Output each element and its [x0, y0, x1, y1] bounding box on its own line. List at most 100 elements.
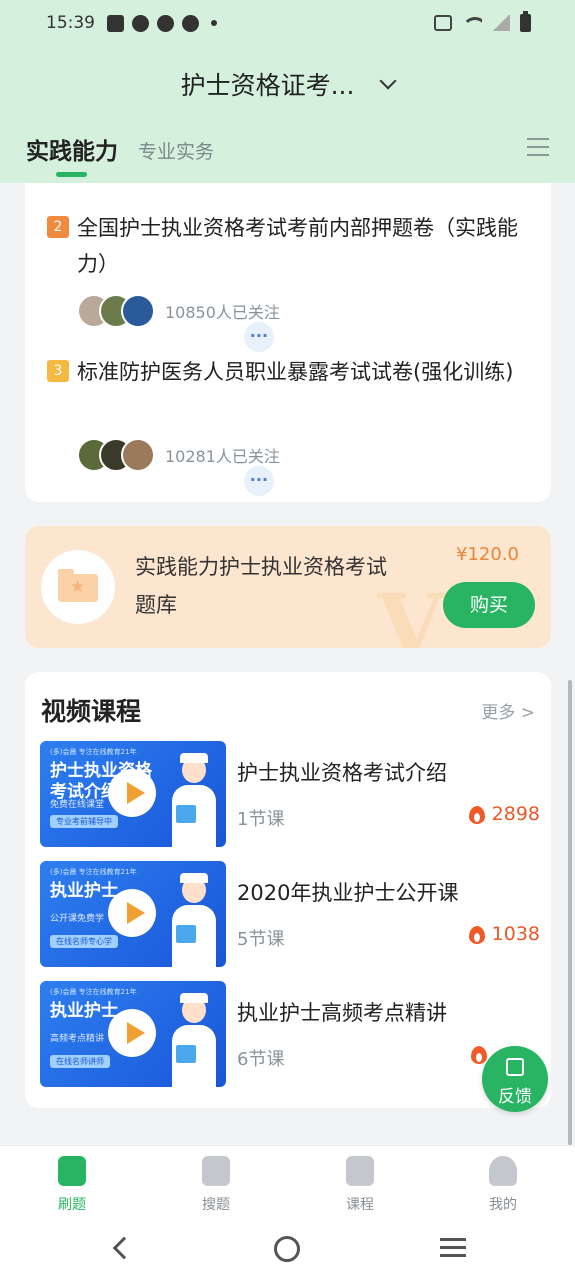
nav-label: 刷题	[58, 1197, 86, 1213]
app-header: 15:39 护士资格证考... 实践能力 专业实务	[0, 0, 575, 183]
person-icon	[489, 1156, 517, 1186]
play-icon[interactable]	[108, 769, 156, 817]
course-thumbnail[interactable]: (多)会晨 专注在线教育21年 执业护士 公开课免费学 在线名师专心学	[40, 861, 226, 967]
course-title: 执业护士高频考点精讲	[237, 1001, 447, 1025]
lesson-count: 6节课	[237, 1049, 285, 1070]
folder-icon: ★	[58, 569, 98, 602]
battery-icon	[520, 11, 531, 32]
notification-icon	[107, 14, 124, 32]
follower-count: 10281人已关注	[165, 447, 280, 466]
exam-item[interactable]: 3 标准防护医务人员职业暴露考试试卷(强化训练) ··· 10281人已关注	[47, 354, 527, 498]
thumb-brand: (多)会晨 专注在线教育21年	[50, 868, 137, 876]
back-icon[interactable]	[112, 1236, 136, 1260]
nurse-illustration	[168, 871, 220, 967]
edit-icon	[506, 1058, 524, 1076]
nav-label: 课程	[346, 1197, 374, 1213]
nav-label: 我的	[489, 1197, 517, 1213]
thumb-subtitle: 高频考点精讲	[50, 1034, 105, 1044]
thumb-subtitle: 免费在线课堂	[50, 800, 105, 810]
course-thumbnail[interactable]: (多)会晨 专注在线教育21年 护士执业资格考试介绍 免费在线课堂 专业考前辅导…	[40, 741, 226, 847]
buy-button[interactable]: 购买	[443, 582, 535, 628]
tab-professional-practice[interactable]: 专业实务	[138, 137, 214, 164]
course-item[interactable]: (多)会晨 专注在线教育21年 护士执业资格考试介绍 免费在线课堂 专业考前辅导…	[40, 741, 540, 847]
follower-count: 10850人已关注	[165, 303, 280, 322]
play-icon[interactable]	[108, 1009, 156, 1057]
feedback-label: 反馈	[498, 1087, 532, 1107]
nurse-illustration	[168, 991, 220, 1087]
thumb-tag: 专业考前辅导中	[50, 815, 118, 828]
video-courses-card: 视频课程 更多 > (多)会晨 专注在线教育21年 护士执业资格考试介绍 免费在…	[25, 672, 551, 1108]
thumb-brand: (多)会晨 专注在线教育21年	[50, 748, 137, 756]
thumb-tag: 在线名师专心学	[50, 935, 118, 948]
course-item[interactable]: (多)会晨 专注在线教育21年 执业护士 高频考点精讲 在线名师讲师 执业护士高…	[40, 981, 540, 1087]
question-bank-purchase-card[interactable]: V ★ 实践能力护士执业资格考试题库 ¥120.0 购买	[25, 526, 551, 648]
more-notifications-icon	[211, 20, 217, 26]
avatar	[121, 438, 155, 472]
bottom-nav: 刷题 搜题 课程 我的	[0, 1145, 575, 1220]
course-title: 2020年执业护士公开课	[237, 881, 459, 905]
nurse-illustration	[168, 751, 220, 847]
practice-icon	[58, 1156, 86, 1186]
menu-icon[interactable]	[527, 138, 549, 158]
page-title: 护士资格证考...	[180, 71, 355, 100]
home-icon[interactable]	[274, 1236, 300, 1262]
status-time: 15:39	[46, 13, 95, 33]
thumb-tag: 在线名师讲师	[50, 1055, 110, 1068]
course-thumbnail[interactable]: (多)会晨 专注在线教育21年 执业护士 高频考点精讲 在线名师讲师	[40, 981, 226, 1087]
tab-active-indicator	[56, 172, 87, 177]
flame-icon	[468, 923, 486, 945]
nav-practice[interactable]: 刷题	[42, 1156, 102, 1214]
exam-list-card: 2 全国护士执业资格考试考前内部押题卷（实践能力） ··· 10850人已关注 …	[25, 160, 551, 502]
popularity-count: 1038	[491, 923, 540, 945]
section-title: 视频课程	[41, 697, 142, 726]
video-play-icon	[346, 1156, 374, 1186]
app-notification-icon	[157, 14, 174, 32]
lesson-count: 1节课	[237, 809, 285, 830]
avatar	[121, 294, 155, 328]
price: ¥120.0	[456, 544, 519, 565]
thumb-headline: 执业护士	[50, 881, 118, 901]
exam-title: 标准防护医务人员职业暴露考试试卷(强化训练)	[77, 360, 514, 384]
chevron-down-icon	[379, 72, 397, 90]
popularity: 1038	[468, 923, 540, 945]
exam-item[interactable]: 2 全国护士执业资格考试考前内部押题卷（实践能力） ··· 10850人已关注	[47, 210, 527, 354]
nav-label: 搜题	[202, 1197, 230, 1213]
flame-icon	[470, 1043, 488, 1065]
rank-badge: 2	[47, 216, 69, 238]
search-question-icon	[202, 1156, 230, 1186]
nav-profile[interactable]: 我的	[473, 1156, 533, 1214]
recents-icon[interactable]	[440, 1238, 466, 1258]
play-icon[interactable]	[108, 889, 156, 937]
folder-icon-badge: ★	[41, 550, 115, 624]
course-item[interactable]: (多)会晨 专注在线教育21年 执业护士 公开课免费学 在线名师专心学 2020…	[40, 861, 540, 967]
tab-practice-ability[interactable]: 实践能力	[26, 132, 118, 166]
exam-selector[interactable]: 护士资格证考...	[0, 62, 575, 106]
status-bar: 15:39	[0, 0, 575, 46]
thumb-subtitle: 公开课免费学	[50, 914, 105, 924]
rank-badge: 3	[47, 360, 69, 382]
follower-avatars: ··· 10281人已关注	[77, 438, 280, 498]
flame-icon	[468, 803, 486, 825]
popularity-count: 2898	[491, 803, 540, 825]
nav-courses[interactable]: 课程	[330, 1156, 390, 1214]
more-avatars-icon: ···	[241, 464, 276, 498]
app-notification-icon	[132, 14, 149, 32]
course-title: 护士执业资格考试介绍	[237, 761, 447, 785]
tab-bar: 实践能力 专业实务	[0, 128, 575, 178]
exam-title: 全国护士执业资格考试考前内部押题卷（实践能力）	[77, 216, 518, 276]
nav-search[interactable]: 搜题	[186, 1156, 246, 1214]
scrollbar[interactable]	[568, 680, 572, 1145]
signal-icon	[492, 15, 510, 31]
more-link[interactable]: 更多 >	[481, 698, 535, 723]
wifi-icon	[462, 15, 482, 31]
feedback-button[interactable]: 反馈	[482, 1046, 548, 1112]
follower-avatars: ··· 10850人已关注	[77, 294, 280, 354]
system-navigation-bar	[0, 1220, 575, 1280]
thumb-brand: (多)会晨 专注在线教育21年	[50, 988, 137, 996]
question-bank-title: 实践能力护士执业资格考试题库	[135, 555, 387, 617]
more-avatars-icon: ···	[241, 320, 276, 354]
app-notification-icon	[182, 14, 199, 32]
popularity: 2898	[468, 803, 540, 825]
vibrate-icon	[434, 15, 452, 31]
lesson-count: 5节课	[237, 929, 285, 950]
